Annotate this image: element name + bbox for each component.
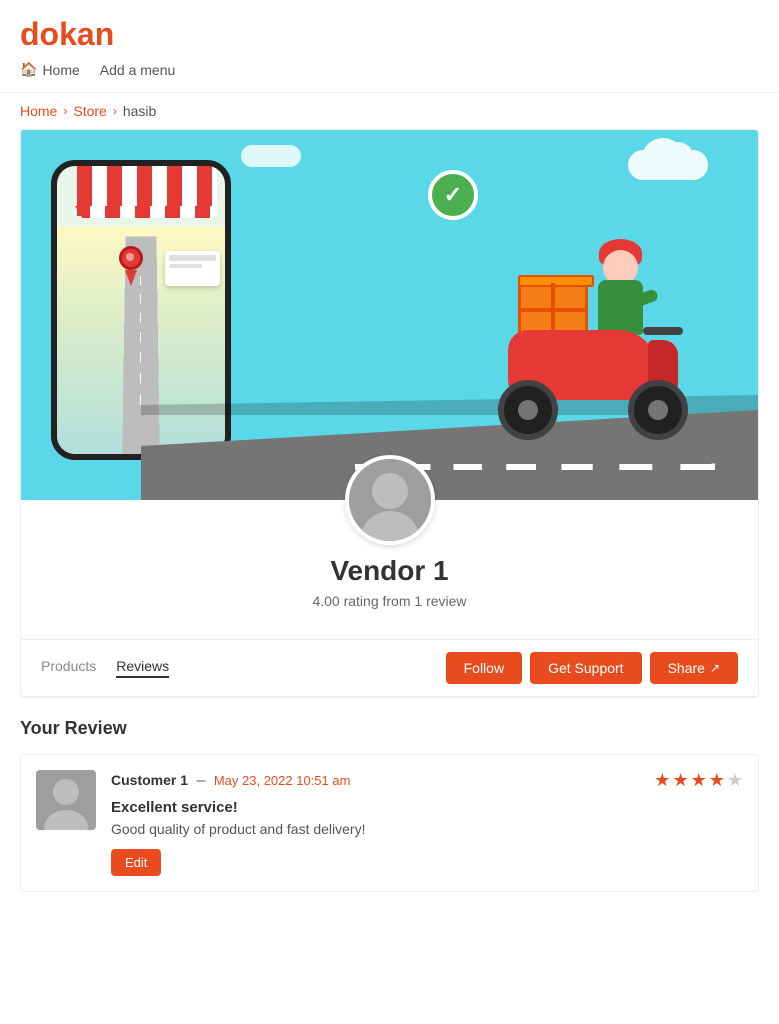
review-section: Your Review Customer 1 – May 23, 2022 10… — [0, 698, 779, 912]
store-container: Vendor 1 4.00 rating from 1 review Produ… — [20, 129, 759, 698]
logo: dokan — [20, 16, 759, 53]
cloud-1 — [628, 150, 708, 180]
tabs-actions: Follow Get Support Share ↗ — [446, 652, 738, 684]
main-nav: 🏠 Home Add a menu — [20, 53, 759, 82]
box-strap-h — [521, 308, 585, 312]
star-rating: ★ ★ ★ ★ ★ — [654, 770, 743, 791]
review-body: Good quality of product and fast deliver… — [111, 821, 743, 837]
delivery-illustration — [21, 130, 758, 500]
review-card: Customer 1 – May 23, 2022 10:51 am ★ ★ ★… — [20, 754, 759, 892]
map-pin — [116, 246, 146, 286]
card-line-1 — [169, 255, 216, 261]
star-3: ★ — [691, 770, 707, 791]
nav-add-menu-label: Add a menu — [100, 62, 176, 78]
reviewer-meta: Customer 1 – May 23, 2022 10:51 am — [111, 772, 350, 790]
star-5: ★ — [727, 770, 743, 791]
nav-add-menu[interactable]: Add a menu — [100, 62, 176, 78]
tab-reviews[interactable]: Reviews — [116, 658, 169, 678]
tabs-bar: Products Reviews Follow Get Support Shar… — [21, 639, 758, 697]
scooter-handle — [643, 327, 683, 335]
edit-review-button[interactable]: Edit — [111, 849, 161, 876]
review-headline: Excellent service! — [111, 799, 743, 816]
share-label: Share — [668, 660, 705, 676]
review-section-title: Your Review — [20, 718, 759, 739]
breadcrumb-store[interactable]: Store — [73, 103, 106, 119]
wheel-back — [498, 380, 558, 440]
vendor-avatar — [345, 455, 435, 545]
cloud-2 — [241, 145, 301, 167]
star-4: ★ — [709, 770, 725, 791]
awning-bottom — [75, 206, 219, 218]
vendor-avatar-wrap — [21, 455, 758, 545]
nav-home[interactable]: 🏠 Home — [20, 61, 80, 78]
vendor-rating: 4.00 rating from 1 review — [41, 593, 738, 609]
breadcrumb: Home › Store › hasib — [0, 93, 779, 129]
star-1: ★ — [654, 770, 670, 791]
review-content: Customer 1 – May 23, 2022 10:51 am ★ ★ ★… — [111, 770, 743, 876]
logo-d: d — [20, 16, 40, 52]
vendor-name: Vendor 1 — [41, 555, 738, 587]
avatar-person — [349, 459, 431, 541]
review-avatar — [36, 770, 96, 830]
review-date: May 23, 2022 10:51 am — [214, 773, 351, 788]
nav-home-label: Home — [42, 62, 79, 78]
avatar-body — [360, 511, 420, 541]
tabs-left: Products Reviews — [41, 658, 169, 678]
card-line-2 — [169, 264, 202, 268]
review-avatar-svg — [36, 770, 96, 830]
logo-rest: okan — [40, 16, 115, 52]
pin-head — [119, 246, 143, 270]
breadcrumb-home[interactable]: Home — [20, 103, 57, 119]
review-header: Customer 1 – May 23, 2022 10:51 am ★ ★ ★… — [111, 770, 743, 791]
tab-products[interactable]: Products — [41, 658, 96, 678]
breadcrumb-sep-1: › — [63, 104, 67, 118]
follow-button[interactable]: Follow — [446, 652, 522, 684]
share-button[interactable]: Share ↗ — [650, 652, 738, 684]
map-card-widget — [165, 251, 220, 286]
check-badge — [428, 170, 478, 220]
breadcrumb-current: hasib — [123, 103, 156, 119]
reviewer-name: Customer 1 — [111, 772, 188, 788]
star-2: ★ — [672, 770, 688, 791]
vendor-info: Vendor 1 4.00 rating from 1 review — [21, 545, 758, 629]
avatar-head — [372, 473, 408, 509]
wheel-front-inner — [648, 400, 668, 420]
breadcrumb-sep-2: › — [113, 104, 117, 118]
store-banner — [21, 130, 758, 500]
header: dokan 🏠 Home Add a menu — [0, 0, 779, 93]
share-icon: ↗ — [710, 661, 720, 675]
review-dash: – — [196, 772, 205, 789]
get-support-button[interactable]: Get Support — [530, 652, 642, 684]
wheel-back-inner — [518, 400, 538, 420]
home-icon: 🏠 — [20, 61, 37, 78]
scooter — [478, 280, 698, 440]
pin-tail — [125, 270, 137, 286]
wheel-front — [628, 380, 688, 440]
